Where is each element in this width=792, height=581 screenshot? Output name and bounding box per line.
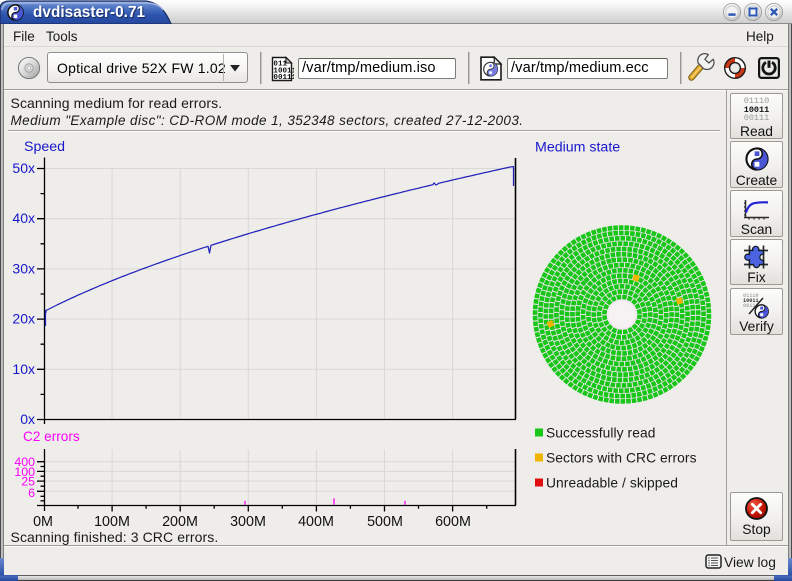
svg-text:400M: 400M — [298, 514, 334, 530]
svg-text:30x: 30x — [12, 260, 35, 276]
svg-text:50x: 50x — [12, 160, 35, 176]
svg-text:C2 errors: C2 errors — [23, 429, 80, 444]
svg-text:Speed: Speed — [24, 139, 65, 155]
svg-text:Unreadable / skipped: Unreadable / skipped — [546, 476, 678, 491]
svg-text:Medium state: Medium state — [535, 140, 620, 156]
svg-text:40x: 40x — [12, 210, 35, 226]
svg-text:0M: 0M — [33, 514, 53, 530]
svg-text:0x: 0x — [20, 411, 35, 427]
svg-text:500M: 500M — [367, 514, 403, 530]
svg-text:600M: 600M — [435, 514, 471, 530]
svg-text:Sectors with CRC errors: Sectors with CRC errors — [546, 451, 697, 466]
svg-text:100M: 100M — [94, 514, 130, 530]
svg-text:00111: 00111 — [273, 74, 294, 82]
svg-text:Successfully read: Successfully read — [546, 426, 656, 441]
svg-text:10x: 10x — [12, 361, 35, 377]
svg-text:200M: 200M — [162, 514, 198, 530]
svg-text:6: 6 — [28, 486, 35, 500]
svg-text:300M: 300M — [230, 514, 266, 530]
svg-text:20x: 20x — [12, 311, 35, 327]
